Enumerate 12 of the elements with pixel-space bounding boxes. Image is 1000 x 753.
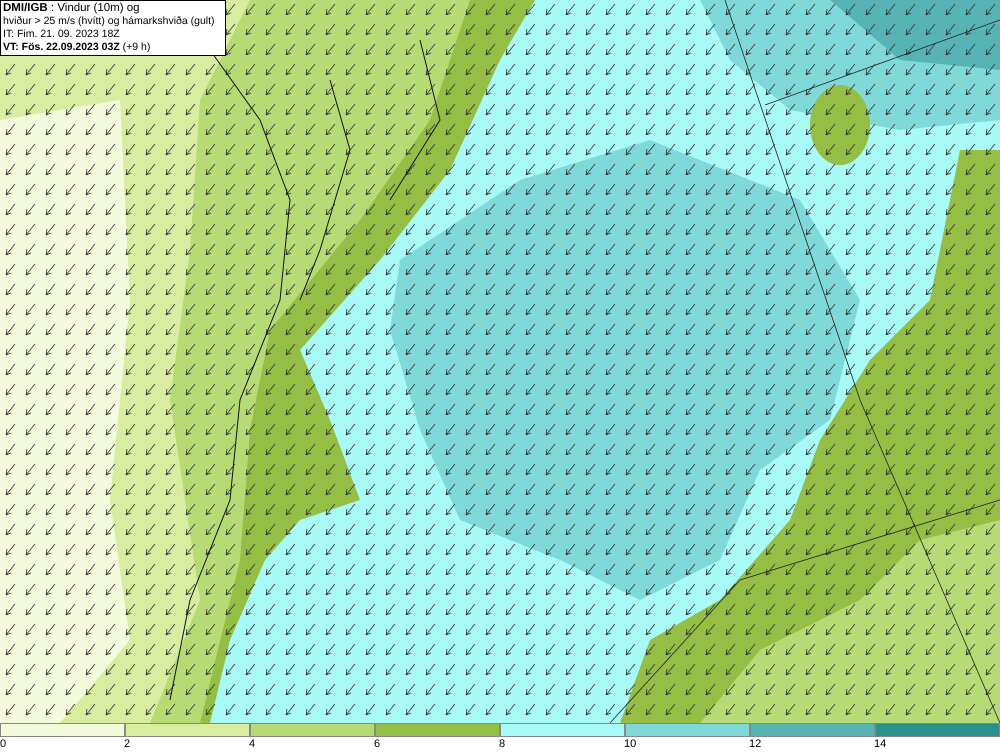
legend-label: 10 (624, 737, 636, 751)
legend-label: 12 (749, 737, 762, 751)
legend-label: 6 (374, 737, 380, 751)
legend-label: 4 (249, 737, 256, 751)
legend-label: 14 (874, 737, 886, 751)
legend-label: 2 (124, 737, 130, 751)
map-info-text: VT: Fös. 22.09.2023 03Z (+9 h) (3, 41, 152, 54)
legend-label: 0 (0, 737, 6, 751)
map-info-text: hviður > 25 m/s (hvítt) og hámarkshviða (gult) (3, 15, 216, 28)
map-info-text: IT: Fim. 21. 09. 2023 18Z (3, 28, 121, 41)
legend-label: 8 (499, 737, 506, 751)
map-info-text: DMI/IGB : Vindur (10m) og (3, 2, 141, 15)
